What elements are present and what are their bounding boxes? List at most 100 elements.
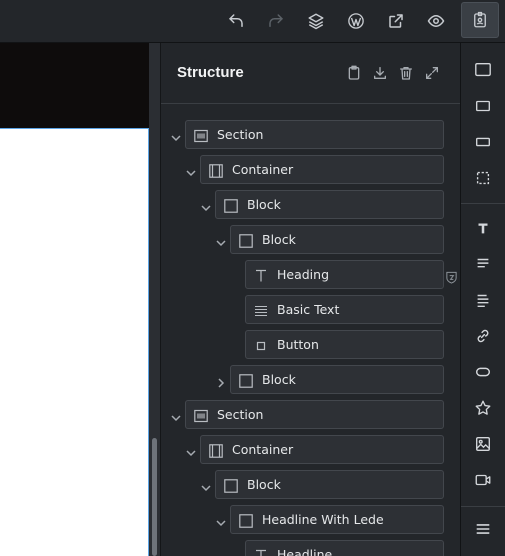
- add-rich-text-button[interactable]: [473, 290, 493, 310]
- container-icon: [209, 443, 223, 458]
- section-box-icon: [475, 63, 491, 77]
- tree-item-label: Block: [262, 232, 296, 247]
- trash-icon: [400, 67, 412, 80]
- selection-outline-top: [0, 128, 149, 129]
- preview-eye-icon: [427, 14, 445, 28]
- heading-t-icon: [478, 223, 488, 234]
- download-icon: [374, 67, 386, 79]
- badge-user-icon: [474, 11, 486, 28]
- rich-text-icon: [477, 294, 489, 308]
- clipboard-button[interactable]: [346, 65, 364, 83]
- expand-button[interactable]: [424, 65, 442, 83]
- tree-item-block[interactable]: Block: [230, 225, 444, 254]
- tree-item-label: Container: [232, 162, 294, 177]
- strip-divider: [461, 506, 505, 507]
- tree-item-label: Headline: [277, 547, 333, 556]
- tree-item-block[interactable]: Block: [215, 190, 444, 219]
- button-icon: [254, 338, 268, 352]
- scrollbar-thumb[interactable]: [152, 438, 157, 556]
- chevron-right-icon[interactable]: [215, 374, 227, 388]
- undo-icon: [229, 14, 243, 27]
- canvas-scrollbar[interactable]: [149, 43, 161, 556]
- tree-item-container[interactable]: Container: [200, 155, 444, 184]
- add-text-button[interactable]: [473, 254, 493, 274]
- section-icon: [194, 408, 208, 423]
- section-icon: [194, 128, 208, 143]
- chevron-down-icon[interactable]: [185, 444, 197, 457]
- canvas-dark-section[interactable]: [0, 43, 149, 128]
- tree-item-label: Block: [262, 372, 296, 387]
- block-icon: [224, 478, 238, 493]
- add-image-button[interactable]: [473, 434, 493, 454]
- chevron-down-icon[interactable]: [215, 234, 227, 247]
- add-video-button[interactable]: [473, 470, 493, 490]
- tree-item-label: Container: [232, 442, 294, 457]
- structure-panel: Structure Section Container Block Block: [161, 43, 461, 556]
- chevron-down-icon[interactable]: [200, 479, 212, 492]
- video-icon: [475, 474, 491, 486]
- block-box-icon: [476, 137, 490, 147]
- star-icon: [475, 400, 491, 415]
- menu-button[interactable]: [473, 519, 493, 539]
- chevron-down-icon[interactable]: [170, 129, 182, 142]
- tree-item-headline-with-lede[interactable]: Headline With Lede: [230, 505, 444, 534]
- panel-title: Structure: [177, 64, 244, 81]
- expand-icon: [426, 67, 438, 79]
- heading-icon: [254, 268, 268, 282]
- tree-item-block[interactable]: Block: [230, 365, 444, 394]
- pill-button-icon: [475, 367, 491, 377]
- delete-button[interactable]: [398, 65, 416, 83]
- add-section-button[interactable]: [473, 60, 493, 80]
- chevron-down-icon[interactable]: [200, 199, 212, 212]
- tree-item-container[interactable]: Container: [200, 435, 444, 464]
- external-link-icon: [389, 14, 403, 28]
- download-button[interactable]: [372, 65, 390, 83]
- layers-icon: [308, 13, 324, 30]
- block-icon: [224, 198, 238, 213]
- user-badge-button[interactable]: [461, 2, 499, 38]
- add-container-button[interactable]: [473, 96, 493, 116]
- tree-item-basic-text[interactable]: Basic Text: [245, 295, 444, 324]
- add-link-button[interactable]: [473, 326, 493, 346]
- layers-button[interactable]: [300, 5, 332, 37]
- page-canvas[interactable]: [0, 43, 149, 556]
- chevron-down-icon[interactable]: [185, 164, 197, 177]
- tree-item-heading[interactable]: Heading: [245, 260, 444, 289]
- shield-badge-icon[interactable]: [445, 269, 458, 284]
- block-icon: [239, 513, 253, 528]
- wordpress-button[interactable]: [340, 5, 372, 37]
- tree-item-label: Section: [217, 407, 264, 422]
- link-icon: [477, 329, 489, 343]
- chevron-down-icon[interactable]: [170, 409, 182, 422]
- tree-item-headline[interactable]: Headline: [245, 540, 444, 556]
- text-lines-icon: [254, 303, 268, 317]
- undo-button[interactable]: [220, 5, 252, 37]
- strip-divider: [461, 203, 505, 204]
- paragraph-icon: [477, 258, 489, 268]
- open-external-button[interactable]: [380, 5, 412, 37]
- redo-button[interactable]: [260, 5, 292, 37]
- add-icon-button[interactable]: [473, 398, 493, 418]
- tree-item-section[interactable]: Section: [185, 120, 444, 149]
- chevron-down-icon[interactable]: [215, 514, 227, 527]
- tree-item-button[interactable]: Button: [245, 330, 444, 359]
- tree-item-section[interactable]: Section: [185, 400, 444, 429]
- clipboard-icon: [348, 65, 360, 80]
- tree-item-label: Basic Text: [277, 302, 340, 317]
- tree-item-block[interactable]: Block: [215, 470, 444, 499]
- preview-button[interactable]: [420, 5, 452, 37]
- heading-icon: [254, 548, 268, 556]
- add-heading-button[interactable]: [473, 218, 493, 238]
- block-icon: [239, 233, 253, 248]
- container-box-icon: [476, 100, 490, 112]
- add-button-element[interactable]: [473, 362, 493, 382]
- tree-item-label: Heading: [277, 267, 330, 282]
- structure-panel-header: Structure: [161, 43, 460, 104]
- add-div-button[interactable]: [473, 168, 493, 188]
- dashed-box-icon: [476, 171, 490, 185]
- add-block-button[interactable]: [473, 132, 493, 152]
- tree-item-label: Section: [217, 127, 264, 142]
- element-strip: [461, 43, 505, 556]
- wordpress-icon: [348, 13, 364, 29]
- top-toolbar: [0, 0, 505, 43]
